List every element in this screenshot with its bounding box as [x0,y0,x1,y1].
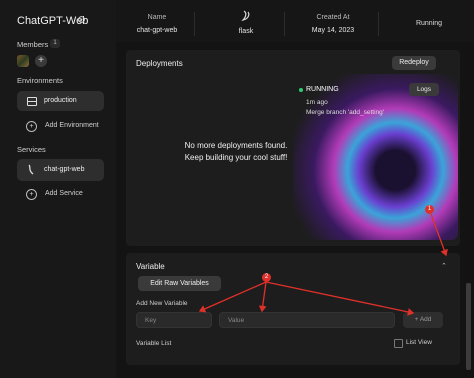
sidebar: ChatGPT-Web Members 1 + Environments pro… [0,0,116,378]
annotation-marker-1: 1 [425,205,434,214]
flask-logo-icon [241,10,250,21]
environment-label: production [44,97,77,104]
key-input[interactable]: Key [136,312,212,328]
add-new-variable-label: Add New Variable [136,300,188,307]
add-service-link[interactable]: Add Service [45,190,83,197]
add-member-button[interactable]: + [35,55,47,67]
status-value: Running [415,20,443,27]
logs-button[interactable]: Logs [409,83,439,96]
value-input[interactable]: Value [219,312,395,328]
environment-item-production[interactable]: production [17,91,104,111]
variable-title: Variable [136,262,165,271]
variable-list-label: Variable List [136,340,172,347]
runtime-value: flask [238,28,254,35]
commit-message: Merge branch 'add_setting' [306,109,385,116]
divider [284,12,285,36]
divider [194,12,195,36]
status-dot-icon [299,88,303,92]
created-label: Created At [316,14,350,21]
divider [378,12,379,36]
members-label: Members [17,40,49,49]
services-label: Services [17,145,46,154]
list-view-label: List View [406,339,432,346]
annotation-marker-2: 2 [262,273,271,282]
chevron-up-icon[interactable]: ⌃ [441,262,447,270]
edit-raw-variables-button[interactable]: Edit Raw Variables [138,276,221,291]
deployment-status: RUNNING [306,86,339,93]
add-service-icon[interactable]: + [26,189,37,200]
service-label: chat-gpt-web [44,166,85,173]
scrollbar[interactable] [466,283,471,370]
name-value: chat-gpt-web [136,27,178,34]
add-environment-link[interactable]: Add Environment [45,122,99,129]
gear-icon[interactable] [77,15,86,24]
add-variable-button[interactable]: + Add [403,312,443,328]
server-icon [27,97,37,106]
runtime-column: flask [216,10,276,35]
name-label: Name [147,14,167,21]
list-view-checkbox[interactable] [394,339,403,348]
variable-panel: Variable ⌃ Edit Raw Variables Add New Va… [126,253,460,365]
add-environment-icon[interactable]: + [26,121,37,132]
service-icon [28,164,34,175]
created-column: Created At May 14, 2023 [302,14,364,34]
service-header: Name chat-gpt-web flask Created At May 1… [116,0,474,42]
created-value: May 14, 2023 [311,27,355,34]
name-column: Name chat-gpt-web [126,14,188,34]
deployment-card[interactable]: RUNNING 1m ago Merge branch 'add_setting… [293,74,458,240]
service-item-chat-gpt-web[interactable]: chat-gpt-web [17,159,104,181]
deployment-time: 1m ago [306,99,328,106]
status-column: Running [404,20,454,27]
members-count-badge: 1 [50,39,60,48]
avatar[interactable] [17,55,29,67]
environments-label: Environments [17,76,63,85]
redeploy-button[interactable]: Redeploy [392,56,436,70]
deployments-panel: Deployments Redeploy No more deployments… [126,50,460,246]
deployments-title: Deployments [136,59,183,68]
